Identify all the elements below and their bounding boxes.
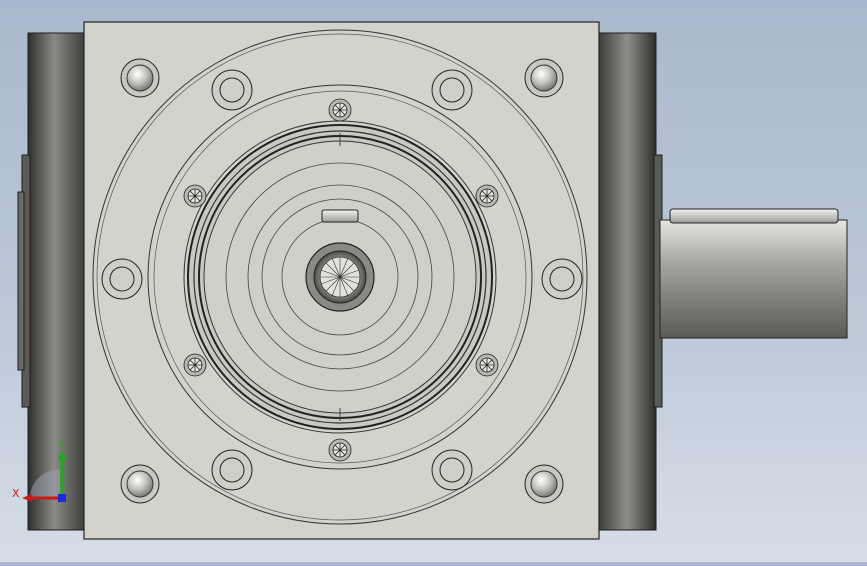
gearbox-model-view[interactable] [0,0,867,562]
x-axis-label: X [12,487,20,500]
right-housing [597,32,663,531]
z-axis-marker [58,494,66,502]
cad-graphics-viewport[interactable] [0,0,867,562]
orientation-triad: Y X [10,438,80,508]
y-axis-label: Y [57,439,65,452]
output-shaft [659,208,848,339]
triad-plane [29,469,60,498]
x-axis-arrow-icon [22,494,32,502]
